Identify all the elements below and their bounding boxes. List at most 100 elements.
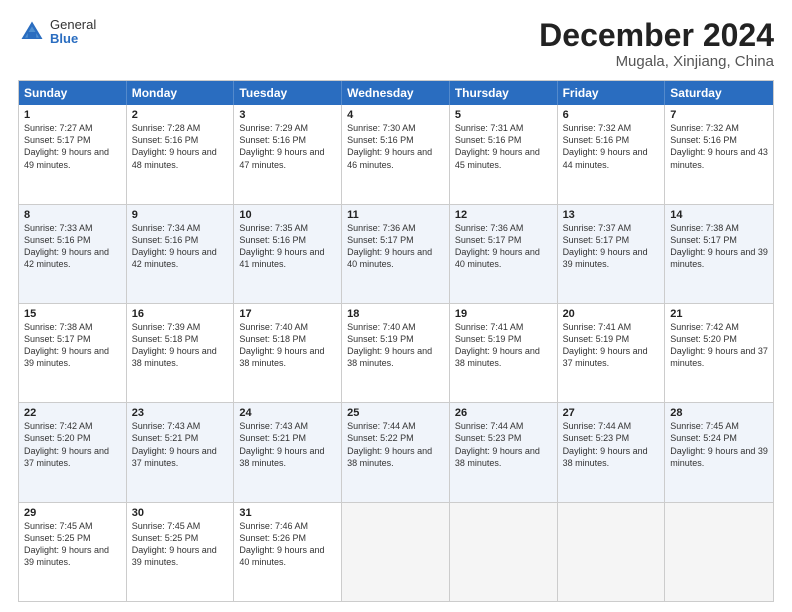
day-number: 5	[455, 109, 552, 121]
day-info: Sunrise: 7:44 AM Sunset: 5:22 PM Dayligh…	[347, 420, 444, 469]
day-cell-17: 17Sunrise: 7:40 AM Sunset: 5:18 PM Dayli…	[234, 304, 342, 402]
day-number: 12	[455, 209, 552, 221]
day-info: Sunrise: 7:39 AM Sunset: 5:18 PM Dayligh…	[132, 321, 229, 370]
day-cell-22: 22Sunrise: 7:42 AM Sunset: 5:20 PM Dayli…	[19, 403, 127, 501]
day-cell-6: 6Sunrise: 7:32 AM Sunset: 5:16 PM Daylig…	[558, 105, 666, 203]
day-info: Sunrise: 7:43 AM Sunset: 5:21 PM Dayligh…	[239, 420, 336, 469]
day-info: Sunrise: 7:31 AM Sunset: 5:16 PM Dayligh…	[455, 122, 552, 171]
day-info: Sunrise: 7:38 AM Sunset: 5:17 PM Dayligh…	[24, 321, 121, 370]
day-cell-28: 28Sunrise: 7:45 AM Sunset: 5:24 PM Dayli…	[665, 403, 773, 501]
day-cell-13: 13Sunrise: 7:37 AM Sunset: 5:17 PM Dayli…	[558, 205, 666, 303]
day-info: Sunrise: 7:42 AM Sunset: 5:20 PM Dayligh…	[670, 321, 768, 370]
logo: General Blue	[18, 18, 96, 47]
header-day-saturday: Saturday	[665, 81, 773, 105]
day-info: Sunrise: 7:35 AM Sunset: 5:16 PM Dayligh…	[239, 222, 336, 271]
day-info: Sunrise: 7:28 AM Sunset: 5:16 PM Dayligh…	[132, 122, 229, 171]
day-number: 31	[239, 507, 336, 519]
day-number: 18	[347, 308, 444, 320]
day-info: Sunrise: 7:45 AM Sunset: 5:25 PM Dayligh…	[24, 520, 121, 569]
day-cell-10: 10Sunrise: 7:35 AM Sunset: 5:16 PM Dayli…	[234, 205, 342, 303]
day-info: Sunrise: 7:36 AM Sunset: 5:17 PM Dayligh…	[347, 222, 444, 271]
day-number: 3	[239, 109, 336, 121]
day-info: Sunrise: 7:34 AM Sunset: 5:16 PM Dayligh…	[132, 222, 229, 271]
day-info: Sunrise: 7:46 AM Sunset: 5:26 PM Dayligh…	[239, 520, 336, 569]
empty-cell	[665, 503, 773, 601]
day-number: 14	[670, 209, 768, 221]
day-number: 23	[132, 407, 229, 419]
day-cell-30: 30Sunrise: 7:45 AM Sunset: 5:25 PM Dayli…	[127, 503, 235, 601]
day-info: Sunrise: 7:33 AM Sunset: 5:16 PM Dayligh…	[24, 222, 121, 271]
logo-blue-text: Blue	[50, 32, 96, 46]
calendar-header: SundayMondayTuesdayWednesdayThursdayFrid…	[19, 81, 773, 105]
header-day-sunday: Sunday	[19, 81, 127, 105]
day-info: Sunrise: 7:45 AM Sunset: 5:24 PM Dayligh…	[670, 420, 768, 469]
day-info: Sunrise: 7:36 AM Sunset: 5:17 PM Dayligh…	[455, 222, 552, 271]
week-row-4: 29Sunrise: 7:45 AM Sunset: 5:25 PM Dayli…	[19, 502, 773, 601]
day-number: 28	[670, 407, 768, 419]
location: Mugala, Xinjiang, China	[539, 53, 774, 70]
day-number: 2	[132, 109, 229, 121]
header-day-wednesday: Wednesday	[342, 81, 450, 105]
day-cell-3: 3Sunrise: 7:29 AM Sunset: 5:16 PM Daylig…	[234, 105, 342, 203]
day-cell-24: 24Sunrise: 7:43 AM Sunset: 5:21 PM Dayli…	[234, 403, 342, 501]
day-cell-27: 27Sunrise: 7:44 AM Sunset: 5:23 PM Dayli…	[558, 403, 666, 501]
day-number: 8	[24, 209, 121, 221]
day-info: Sunrise: 7:45 AM Sunset: 5:25 PM Dayligh…	[132, 520, 229, 569]
day-cell-11: 11Sunrise: 7:36 AM Sunset: 5:17 PM Dayli…	[342, 205, 450, 303]
day-number: 16	[132, 308, 229, 320]
week-row-1: 8Sunrise: 7:33 AM Sunset: 5:16 PM Daylig…	[19, 204, 773, 303]
day-number: 26	[455, 407, 552, 419]
day-cell-15: 15Sunrise: 7:38 AM Sunset: 5:17 PM Dayli…	[19, 304, 127, 402]
day-cell-9: 9Sunrise: 7:34 AM Sunset: 5:16 PM Daylig…	[127, 205, 235, 303]
day-info: Sunrise: 7:41 AM Sunset: 5:19 PM Dayligh…	[563, 321, 660, 370]
day-number: 6	[563, 109, 660, 121]
header-day-tuesday: Tuesday	[234, 81, 342, 105]
day-number: 20	[563, 308, 660, 320]
day-info: Sunrise: 7:37 AM Sunset: 5:17 PM Dayligh…	[563, 222, 660, 271]
header: General Blue December 2024 Mugala, Xinji…	[18, 18, 774, 70]
calendar-body: 1Sunrise: 7:27 AM Sunset: 5:17 PM Daylig…	[19, 105, 773, 601]
day-info: Sunrise: 7:29 AM Sunset: 5:16 PM Dayligh…	[239, 122, 336, 171]
day-info: Sunrise: 7:41 AM Sunset: 5:19 PM Dayligh…	[455, 321, 552, 370]
day-number: 15	[24, 308, 121, 320]
day-number: 1	[24, 109, 121, 121]
day-info: Sunrise: 7:27 AM Sunset: 5:17 PM Dayligh…	[24, 122, 121, 171]
day-info: Sunrise: 7:40 AM Sunset: 5:18 PM Dayligh…	[239, 321, 336, 370]
day-number: 11	[347, 209, 444, 221]
calendar: SundayMondayTuesdayWednesdayThursdayFrid…	[18, 80, 774, 602]
day-number: 29	[24, 507, 121, 519]
day-cell-20: 20Sunrise: 7:41 AM Sunset: 5:19 PM Dayli…	[558, 304, 666, 402]
day-cell-5: 5Sunrise: 7:31 AM Sunset: 5:16 PM Daylig…	[450, 105, 558, 203]
empty-cell	[342, 503, 450, 601]
day-number: 21	[670, 308, 768, 320]
day-number: 4	[347, 109, 444, 121]
day-cell-23: 23Sunrise: 7:43 AM Sunset: 5:21 PM Dayli…	[127, 403, 235, 501]
empty-cell	[450, 503, 558, 601]
day-number: 22	[24, 407, 121, 419]
day-info: Sunrise: 7:32 AM Sunset: 5:16 PM Dayligh…	[670, 122, 768, 171]
day-info: Sunrise: 7:43 AM Sunset: 5:21 PM Dayligh…	[132, 420, 229, 469]
logo-text: General Blue	[50, 18, 96, 47]
day-cell-26: 26Sunrise: 7:44 AM Sunset: 5:23 PM Dayli…	[450, 403, 558, 501]
day-cell-2: 2Sunrise: 7:28 AM Sunset: 5:16 PM Daylig…	[127, 105, 235, 203]
header-day-friday: Friday	[558, 81, 666, 105]
month-title: December 2024	[539, 18, 774, 53]
day-cell-7: 7Sunrise: 7:32 AM Sunset: 5:16 PM Daylig…	[665, 105, 773, 203]
header-day-thursday: Thursday	[450, 81, 558, 105]
day-number: 27	[563, 407, 660, 419]
logo-general-text: General	[50, 18, 96, 32]
day-number: 7	[670, 109, 768, 121]
title-area: December 2024 Mugala, Xinjiang, China	[539, 18, 774, 70]
day-cell-19: 19Sunrise: 7:41 AM Sunset: 5:19 PM Dayli…	[450, 304, 558, 402]
day-cell-21: 21Sunrise: 7:42 AM Sunset: 5:20 PM Dayli…	[665, 304, 773, 402]
day-info: Sunrise: 7:44 AM Sunset: 5:23 PM Dayligh…	[455, 420, 552, 469]
week-row-3: 22Sunrise: 7:42 AM Sunset: 5:20 PM Dayli…	[19, 402, 773, 501]
day-number: 17	[239, 308, 336, 320]
day-cell-18: 18Sunrise: 7:40 AM Sunset: 5:19 PM Dayli…	[342, 304, 450, 402]
day-info: Sunrise: 7:38 AM Sunset: 5:17 PM Dayligh…	[670, 222, 768, 271]
day-cell-12: 12Sunrise: 7:36 AM Sunset: 5:17 PM Dayli…	[450, 205, 558, 303]
logo-icon	[18, 18, 46, 46]
day-number: 30	[132, 507, 229, 519]
day-info: Sunrise: 7:30 AM Sunset: 5:16 PM Dayligh…	[347, 122, 444, 171]
day-number: 13	[563, 209, 660, 221]
